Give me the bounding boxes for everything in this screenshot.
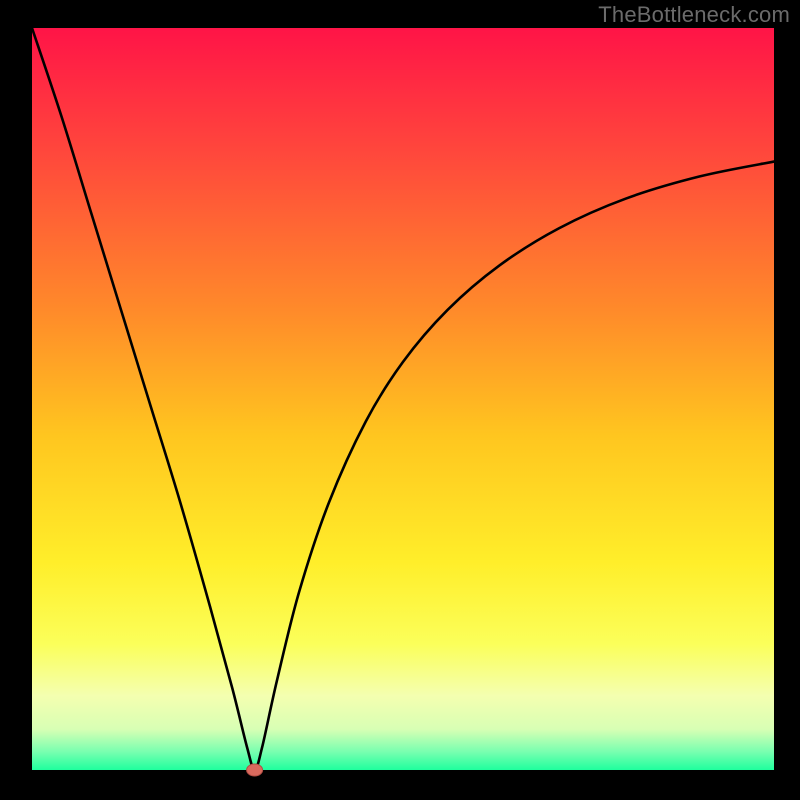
chart-frame: TheBottleneck.com — [0, 0, 800, 800]
bottleneck-chart — [0, 0, 800, 800]
optimal-marker — [247, 764, 263, 776]
plot-background — [32, 28, 774, 770]
watermark-text: TheBottleneck.com — [598, 2, 790, 28]
